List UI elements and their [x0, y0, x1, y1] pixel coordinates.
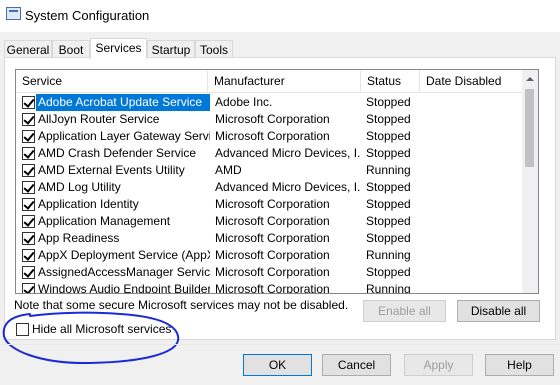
- service-row[interactable]: App Readiness Microsoft Corporation Stoppe…: [16, 230, 523, 247]
- service-row[interactable]: AllJoyn Router Service Microsoft Corporat…: [16, 111, 523, 128]
- service-name: AllJoyn Router Service: [38, 112, 160, 126]
- checkmark-icon: [23, 164, 35, 176]
- checkmark-icon: [23, 232, 35, 244]
- service-name: Windows Audio Endpoint Builder: [38, 282, 210, 294]
- column-header-date-disabled[interactable]: Date Disabled: [420, 70, 523, 92]
- service-row[interactable]: Application Management Microsoft Corporat…: [16, 213, 523, 230]
- hand-drawn-annotation-circle: [2, 311, 180, 365]
- service-name: AMD External Events Utility: [38, 163, 185, 177]
- service-row[interactable]: AppX Deployment Service (AppX... Microsof…: [16, 247, 523, 264]
- service-checkbox[interactable]: [22, 215, 35, 228]
- checkmark-icon: [23, 130, 35, 142]
- checkmark-icon: [23, 283, 35, 293]
- service-checkbox[interactable]: [22, 130, 35, 143]
- checkmark-icon: [23, 249, 35, 261]
- services-list[interactable]: Service Manufacturer Status Date Disable…: [15, 69, 539, 294]
- msconfig-icon: [6, 7, 21, 20]
- title-bar: System Configuration: [0, 0, 560, 32]
- service-name: AppX Deployment Service (AppX...: [38, 248, 210, 262]
- service-status: Stopped: [366, 112, 411, 126]
- service-name: AMD Crash Defender Service: [38, 146, 197, 160]
- service-manufacturer: Microsoft Corporation: [215, 197, 330, 211]
- service-status: Stopped: [366, 214, 411, 228]
- vertical-scrollbar[interactable]: [522, 70, 538, 293]
- checkmark-icon: [23, 215, 35, 227]
- apply-button[interactable]: Apply: [404, 354, 473, 376]
- enable-all-button[interactable]: Enable all: [363, 300, 446, 322]
- service-row[interactable]: Adobe Acrobat Update Service Adobe Inc. St…: [16, 94, 523, 111]
- service-row[interactable]: Windows Audio Endpoint Builder Microsoft …: [16, 281, 523, 294]
- service-checkbox[interactable]: [22, 266, 35, 279]
- service-name: Application Layer Gateway Service: [38, 129, 210, 143]
- service-row[interactable]: AMD Crash Defender Service Advanced Micro…: [16, 145, 523, 162]
- column-header-service[interactable]: Service: [16, 70, 208, 92]
- cancel-button[interactable]: Cancel: [322, 354, 391, 376]
- service-status: Stopped: [366, 231, 411, 245]
- scroll-thumb[interactable]: [525, 89, 534, 167]
- scroll-up-arrow-icon[interactable]: [526, 77, 534, 81]
- service-manufacturer: Microsoft Corporation: [215, 112, 330, 126]
- service-manufacturer: AMD: [215, 163, 242, 177]
- service-status: Running: [366, 248, 411, 262]
- service-status: Running: [366, 282, 411, 294]
- tab-strip: General Boot Services Startup Tools: [0, 38, 560, 59]
- disable-all-button[interactable]: Disable all: [457, 300, 540, 322]
- service-checkbox[interactable]: [22, 198, 35, 211]
- service-status: Stopped: [366, 95, 411, 109]
- service-row[interactable]: Application Identity Microsoft Corporatio…: [16, 196, 523, 213]
- service-status: Stopped: [366, 180, 411, 194]
- tab-services[interactable]: Services: [90, 38, 147, 59]
- service-row[interactable]: AMD Log Utility Advanced Micro Devices, I…: [16, 179, 523, 196]
- window-title: System Configuration: [25, 8, 150, 23]
- column-header-manufacturer[interactable]: Manufacturer: [208, 70, 361, 92]
- checkmark-icon: [23, 96, 35, 108]
- service-manufacturer: Microsoft Corporation: [215, 248, 330, 262]
- service-status: Running: [366, 163, 411, 177]
- service-manufacturer: Microsoft Corporation: [215, 265, 330, 279]
- checkmark-icon: [23, 198, 35, 210]
- service-checkbox[interactable]: [22, 164, 35, 177]
- ok-button[interactable]: OK: [243, 354, 312, 376]
- service-name: App Readiness: [38, 231, 120, 245]
- service-manufacturer: Microsoft Corporation: [215, 282, 330, 294]
- service-checkbox[interactable]: [22, 283, 35, 293]
- service-name: Application Identity: [38, 197, 139, 211]
- service-row[interactable]: AssignedAccessManager Service Microsoft C…: [16, 264, 523, 281]
- service-checkbox[interactable]: [22, 147, 35, 160]
- service-status: Stopped: [366, 146, 411, 160]
- service-manufacturer: Microsoft Corporation: [215, 129, 330, 143]
- service-manufacturer: Microsoft Corporation: [215, 231, 330, 245]
- service-checkbox[interactable]: [22, 249, 35, 262]
- tab-boot[interactable]: Boot: [52, 40, 90, 58]
- checkmark-icon: [23, 147, 35, 159]
- service-row[interactable]: Application Layer Gateway Service Microso…: [16, 128, 523, 145]
- service-name: Adobe Acrobat Update Service: [36, 94, 210, 111]
- service-status: Stopped: [366, 265, 411, 279]
- tab-startup[interactable]: Startup: [147, 40, 195, 58]
- tab-tools[interactable]: Tools: [195, 40, 233, 58]
- checkmark-icon: [23, 266, 35, 278]
- column-header-status[interactable]: Status: [361, 70, 420, 92]
- checkmark-icon: [23, 181, 35, 193]
- tab-general[interactable]: General: [4, 40, 52, 58]
- service-checkbox[interactable]: [22, 232, 35, 245]
- service-manufacturer: Microsoft Corporation: [215, 214, 330, 228]
- help-button[interactable]: Help: [485, 354, 554, 376]
- service-name: AssignedAccessManager Service: [38, 265, 210, 279]
- service-name: Application Management: [38, 214, 171, 228]
- service-checkbox[interactable]: [22, 96, 35, 109]
- service-manufacturer: Advanced Micro Devices, I...: [215, 180, 360, 194]
- service-manufacturer: Advanced Micro Devices, I...: [215, 146, 360, 160]
- service-checkbox[interactable]: [22, 113, 35, 126]
- list-header: Service Manufacturer Status Date Disable…: [16, 70, 523, 93]
- service-status: Stopped: [366, 197, 411, 211]
- service-row[interactable]: AMD External Events Utility AMD Running: [16, 162, 523, 179]
- service-name: AMD Log Utility: [38, 180, 121, 194]
- service-manufacturer: Adobe Inc.: [215, 95, 273, 109]
- checkmark-icon: [23, 113, 35, 125]
- service-checkbox[interactable]: [22, 181, 35, 194]
- service-status: Stopped: [366, 129, 411, 143]
- footer-separator: [0, 344, 560, 345]
